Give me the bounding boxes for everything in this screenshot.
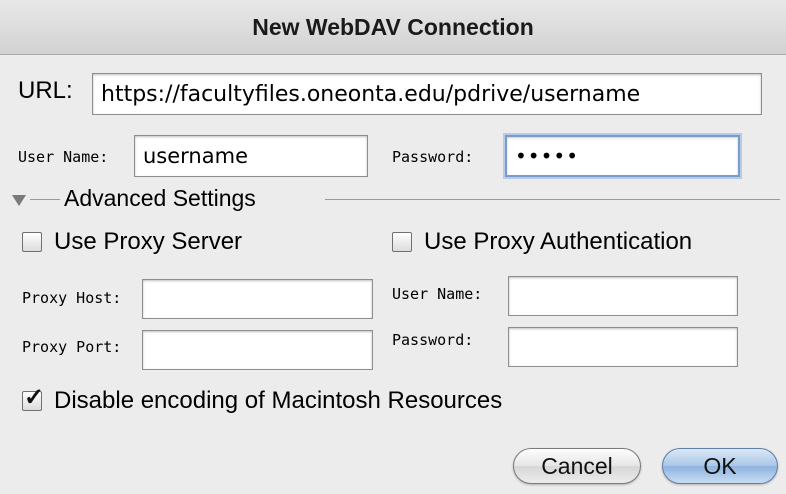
username-field[interactable]: username xyxy=(134,135,368,177)
use-proxy-auth-label: Use Proxy Authentication xyxy=(424,228,693,255)
disable-encoding-label: Disable encoding of Macintosh Resources xyxy=(54,387,503,414)
window-title: New WebDAV Connection xyxy=(252,13,534,40)
ok-button-label: OK xyxy=(703,452,737,479)
url-label: URL: xyxy=(18,77,73,104)
proxy-username-field[interactable] xyxy=(508,276,738,316)
url-value: https://facultyfiles.oneonta.edu/pdrive/… xyxy=(101,81,641,107)
cancel-button[interactable]: Cancel xyxy=(513,448,641,484)
checkmark-icon: ✓ xyxy=(24,384,45,411)
advanced-settings-label: Advanced Settings xyxy=(64,185,256,211)
username-label: User Name: xyxy=(18,148,109,166)
use-proxy-server-checkbox[interactable] xyxy=(22,232,42,252)
ok-button[interactable]: OK xyxy=(662,448,778,484)
dialog-body: URL: https://facultyfiles.oneonta.edu/pd… xyxy=(0,55,786,494)
window-title-bar[interactable]: New WebDAV Connection xyxy=(0,0,786,55)
url-field[interactable]: https://facultyfiles.oneonta.edu/pdrive/… xyxy=(92,73,762,115)
section-divider-right xyxy=(325,199,780,200)
proxy-port-field[interactable] xyxy=(142,330,373,370)
proxy-password-field[interactable] xyxy=(508,327,738,367)
section-divider-left xyxy=(30,199,60,200)
disable-encoding-checkbox[interactable]: ✓ xyxy=(22,386,44,411)
password-label: Password: xyxy=(392,148,474,166)
password-value: ••••• xyxy=(515,144,579,168)
proxy-host-field[interactable] xyxy=(142,279,373,319)
proxy-host-label: Proxy Host: xyxy=(22,289,122,307)
use-proxy-server-label: Use Proxy Server xyxy=(54,228,243,255)
proxy-port-label: Proxy Port: xyxy=(22,338,122,356)
use-proxy-auth-checkbox[interactable] xyxy=(392,232,412,252)
username-value: username xyxy=(143,144,248,168)
disclosure-triangle-icon[interactable] xyxy=(12,195,26,206)
proxy-password-label: Password: xyxy=(392,331,474,349)
cancel-button-label: Cancel xyxy=(541,452,613,479)
password-field[interactable]: ••••• xyxy=(505,135,740,177)
proxy-username-label: User Name: xyxy=(392,285,483,303)
